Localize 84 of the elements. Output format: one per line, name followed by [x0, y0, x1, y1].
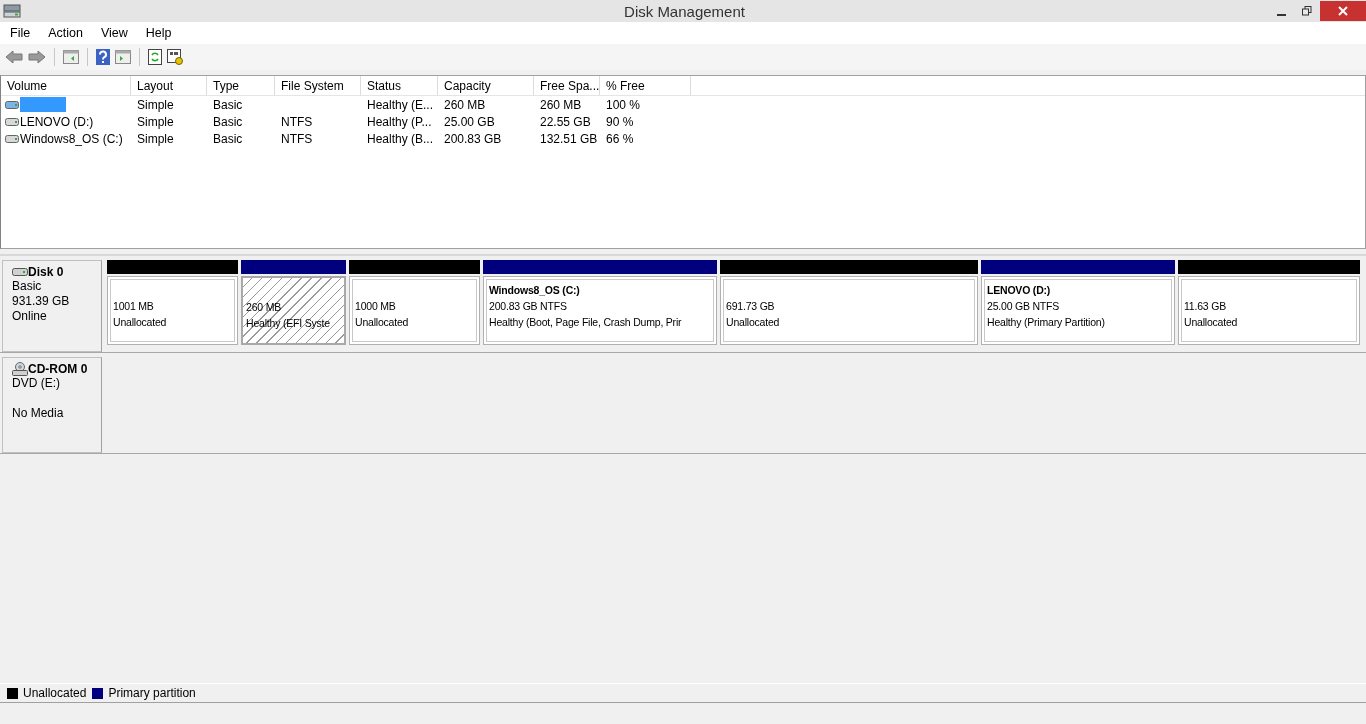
table-cell-text: 100 % — [605, 97, 642, 112]
disk-info: No Media — [12, 406, 65, 421]
drive-icon — [5, 117, 19, 126]
partition-size: 1001 MB — [113, 299, 154, 314]
drive-icon — [5, 134, 19, 143]
help-icon[interactable] — [96, 49, 110, 65]
legend-label: Primary partition — [108, 686, 196, 700]
table-cell-text: Healthy (B... — [366, 131, 435, 146]
table-cell-text: Healthy (E... — [366, 97, 435, 112]
table-cell-text: Basic — [212, 114, 244, 129]
table-cell-text: 25.00 GB — [443, 114, 496, 129]
table-cell-text: Simple — [136, 97, 175, 112]
table-cell-text: 132.51 GB — [539, 131, 599, 146]
column-header[interactable]: File System — [275, 76, 361, 95]
partition-size: 200.83 GB NTFS — [489, 299, 567, 314]
partition-status: Unallocated — [1184, 315, 1238, 330]
partition-size: 25.00 GB NTFS — [987, 299, 1060, 314]
disk-drive-icon — [3, 3, 21, 19]
close-icon — [1338, 6, 1348, 16]
menu-item[interactable]: File — [0, 26, 39, 40]
partition-label: Windows8_OS (C:) — [489, 283, 581, 298]
table-cell-text: Basic — [212, 97, 244, 112]
column-header[interactable]: Volume — [1, 76, 131, 95]
column-header[interactable]: Status — [361, 76, 438, 95]
table-cell-text: Basic — [212, 131, 244, 146]
minimize-icon — [1276, 14, 1286, 16]
table-cell-text: Simple — [136, 131, 175, 146]
legend-label: Unallocated — [23, 686, 87, 700]
partition-block[interactable]: 260 MB Healthy (EFI Syste — [241, 276, 346, 345]
window-title: Disk Management — [623, 2, 746, 20]
table-cell-text: 260 MB — [443, 97, 487, 112]
disk-name: Disk 0 — [28, 265, 64, 279]
properties-icon[interactable] — [167, 49, 183, 65]
volume-name[interactable]: LENOVO (D:) — [20, 114, 94, 129]
partition-block[interactable]: 11.63 GB Unallocated — [1178, 276, 1360, 345]
close-button[interactable] — [1320, 1, 1366, 21]
menu-item[interactable]: Help — [135, 26, 180, 40]
partition-label: LENOVO (D:) — [987, 283, 1052, 298]
partition-block[interactable]: 1000 MB Unallocated — [349, 276, 480, 345]
table-cell-text: Simple — [136, 114, 175, 129]
table-cell-text: NTFS — [280, 114, 314, 129]
partition-block[interactable]: 1001 MB Unallocated — [107, 276, 238, 345]
disk-info: Online — [12, 309, 48, 324]
table-cell-text: 90 % — [605, 114, 635, 129]
column-header[interactable]: Capacity — [438, 76, 534, 95]
drive-icon — [5, 100, 19, 109]
partition-block[interactable]: LENOVO (D:) 25.00 GB NTFS Healthy (Primary Partition) — [981, 276, 1175, 345]
disk-info: 931.39 GB — [12, 294, 71, 309]
partition-status: Healthy (Primary Partition) — [987, 315, 1105, 330]
restore-icon — [1302, 6, 1312, 16]
menu-item[interactable]: View — [90, 26, 136, 40]
column-header[interactable]: Layout — [131, 76, 207, 95]
refresh-icon[interactable] — [148, 49, 162, 65]
partition-status: Unallocated — [113, 315, 167, 330]
table-cell-text: NTFS — [280, 131, 314, 146]
table-cell-text: 260 MB — [539, 97, 583, 112]
optical-drive-icon — [12, 362, 28, 376]
disk-drive-icon — [12, 267, 28, 277]
partition-status: Unallocated — [355, 315, 409, 330]
partition-block[interactable]: 691.73 GB Unallocated — [720, 276, 978, 345]
table-cell-text: 200.83 GB — [443, 131, 503, 146]
partition-block[interactable]: Windows8_OS (C:) 200.83 GB NTFS Healthy (Boot, Page File, Crash Dump, Prir — [483, 276, 717, 345]
partition-status: Healthy (Boot, Page File, Crash Dump, Prir — [489, 315, 682, 330]
table-cell-text: Healthy (P... — [366, 114, 433, 129]
volume-name[interactable]: Windows8_OS (C:) — [20, 131, 123, 146]
back-arrow-icon[interactable] — [5, 50, 23, 64]
forward-arrow-icon[interactable] — [28, 50, 46, 64]
disk-name: CD-ROM 0 — [28, 362, 88, 376]
panel-icon[interactable] — [63, 50, 79, 64]
menu-item[interactable]: Action — [38, 26, 91, 40]
partition-status: Unallocated — [726, 315, 780, 330]
partition-size: 1000 MB — [355, 299, 396, 314]
column-header[interactable]: % Free — [600, 76, 691, 95]
partition-status: Healthy (EFI Syste — [246, 316, 330, 331]
column-header[interactable]: Type — [207, 76, 275, 95]
table-cell-text: 66 % — [605, 131, 635, 146]
column-header[interactable]: Free Spa... — [534, 76, 600, 95]
panel-icon[interactable] — [115, 50, 131, 64]
partition-size: 260 MB — [246, 300, 281, 315]
disk-info: DVD (E:) — [12, 376, 61, 391]
disk-info: Basic — [12, 279, 43, 294]
table-cell-text: 22.55 GB — [539, 114, 592, 129]
partition-size: 11.63 GB — [1184, 299, 1226, 314]
partition-size: 691.73 GB — [726, 299, 775, 314]
